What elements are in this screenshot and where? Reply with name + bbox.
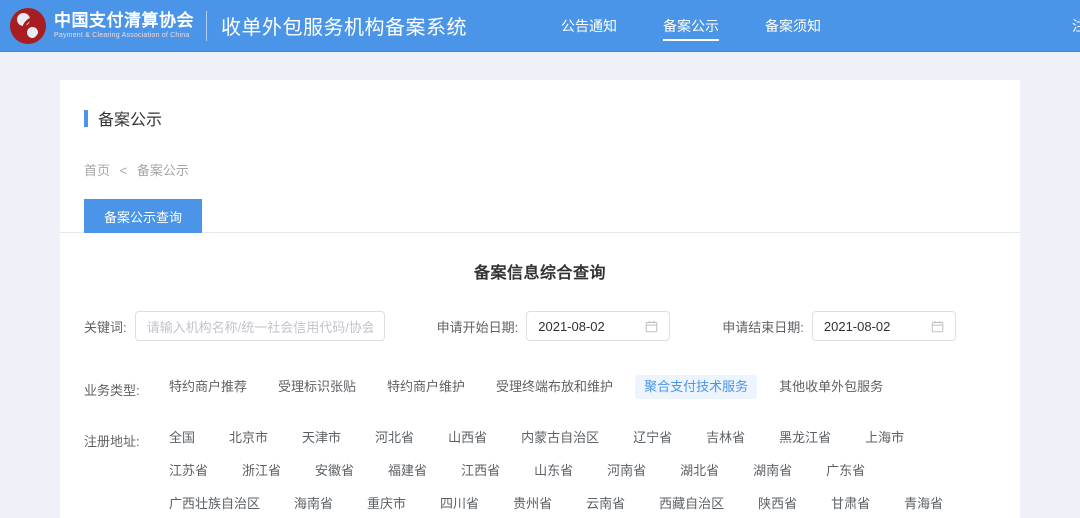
region-option-2[interactable]: 天津市 (293, 426, 350, 450)
region-option-24[interactable]: 贵州省 (504, 492, 561, 516)
region-option-1[interactable]: 北京市 (220, 426, 277, 450)
region-option-14[interactable]: 江西省 (452, 459, 509, 483)
region-option-3[interactable]: 河北省 (366, 426, 423, 450)
brand-logo[interactable]: 中国支付清算协会 Payment & Clearing Association … (10, 7, 194, 44)
breadcrumb-current: 备案公示 (136, 163, 189, 178)
association-logo-icon (10, 7, 46, 44)
nav-item-announcements[interactable]: 公告通知 (561, 0, 617, 51)
brand-name-en: Payment & Clearing Association of China (54, 32, 190, 39)
page-title-row: 备案公示 (60, 106, 1020, 130)
end-date-label: 申请结束日期: (722, 319, 804, 335)
region-option-23[interactable]: 四川省 (431, 492, 488, 516)
region-option-22[interactable]: 重庆市 (358, 492, 415, 516)
business-type-option-1[interactable]: 受理标识张贴 (269, 375, 365, 399)
region-filter: 注册地址: 全国 北京市 天津市 河北省 山西省 内蒙古自治区 辽宁省 吉林省 黑龙江省 上海市江… (84, 426, 996, 518)
region-option-17[interactable]: 湖北省 (671, 459, 728, 483)
keyword-label: 关键词: (84, 319, 127, 335)
region-option-10[interactable]: 江苏省 (160, 459, 217, 483)
form-title: 备案信息综合查询 (473, 265, 606, 282)
page-title: 备案公示 (98, 112, 163, 129)
nav-item-filing-publicity[interactable]: 备案公示 (663, 0, 719, 51)
calendar-icon (645, 320, 658, 332)
keyword-placeholder: 请输入机构名称/统一社会信用代码/协会... (146, 319, 373, 335)
start-date-label: 申请开始日期: (436, 319, 519, 335)
region-option-25[interactable]: 云南省 (577, 492, 634, 516)
system-title: 收单外包服务机构备案系统 (221, 17, 467, 39)
region-option-29[interactable]: 青海省 (895, 492, 952, 516)
region-option-13[interactable]: 福建省 (379, 459, 436, 483)
region-options: 全国 北京市 天津市 河北省 山西省 内蒙古自治区 辽宁省 吉林省 黑龙江省 上海市江苏省 浙江省安… (160, 426, 996, 518)
region-option-7[interactable]: 吉林省 (697, 426, 754, 450)
region-option-26[interactable]: 西藏自治区 (650, 492, 733, 516)
region-option-11[interactable]: 浙江省 (233, 459, 290, 483)
region-option-19[interactable]: 广东省 (817, 459, 874, 483)
end-date-value: 2021-08-02 (823, 318, 891, 334)
region-option-12[interactable]: 安徽省 (306, 459, 363, 483)
region-option-5[interactable]: 内蒙古自治区 (512, 426, 608, 450)
region-option-9[interactable]: 上海市 (856, 426, 913, 450)
region-option-28[interactable]: 甘肃省 (822, 492, 879, 516)
region-option-6[interactable]: 辽宁省 (624, 426, 681, 450)
keyword-input[interactable]: 请输入机构名称/统一社会信用代码/协会... (134, 311, 385, 341)
header-divider (206, 10, 207, 41)
query-fields-row: 关键词: 请输入机构名称/统一社会信用代码/协会... 申请开始日期: 2021… (84, 311, 996, 341)
content-card: 备案公示 首页 < 备案公示 备案公示查询 备案信息综合查询 关键词: 请输入机… (60, 80, 1020, 518)
start-date-input[interactable]: 2021-08-02 (526, 311, 671, 341)
region-option-0[interactable]: 全国 (160, 426, 204, 450)
business-type-option-2[interactable]: 特约商户维护 (378, 375, 474, 399)
brand-name-cn: 中国支付清算协会 (54, 11, 194, 30)
region-option-15[interactable]: 山东省 (525, 459, 582, 483)
business-type-filter: 业务类型: 特约商户推荐 受理标识张贴 特约商户维护 受理终端布放和维护 聚合支付技术服… (84, 375, 996, 408)
end-date-input[interactable]: 2021-08-02 (811, 311, 956, 341)
region-option-4[interactable]: 山西省 (439, 426, 496, 450)
region-label: 注册地址: (84, 434, 140, 449)
calendar-icon (931, 320, 944, 332)
breadcrumb: 首页 < 备案公示 (60, 160, 1020, 179)
business-type-option-4[interactable]: 聚合支付技术服务 (635, 375, 758, 399)
title-accent-bar (84, 109, 88, 127)
business-type-option-5[interactable]: 其他收单外包服务 (770, 375, 892, 399)
breadcrumb-separator: < (119, 163, 128, 178)
start-date-value: 2021-08-02 (538, 318, 605, 334)
main-nav: 公告通知 备案公示 备案须知 (561, 0, 867, 51)
region-option-27[interactable]: 陕西省 (749, 492, 806, 516)
region-option-8[interactable]: 黑龙江省 (770, 426, 840, 450)
page-container: 备案公示 首页 < 备案公示 备案公示查询 备案信息综合查询 关键词: 请输入机… (0, 52, 1080, 518)
business-type-option-3[interactable]: 受理终端布放和维护 (487, 375, 622, 399)
business-type-label: 业务类型: (84, 383, 140, 398)
tab-bar: 备案公示查询 (60, 199, 1020, 233)
breadcrumb-home[interactable]: 首页 (84, 163, 110, 178)
site-header: 中国支付清算协会 Payment & Clearing Association … (0, 0, 1080, 52)
region-option-18[interactable]: 湖南省 (744, 459, 801, 483)
nav-register-link[interactable]: 注 (1072, 0, 1080, 51)
business-type-option-0[interactable]: 特约商户推荐 (160, 375, 256, 399)
tab-filing-publicity-query[interactable]: 备案公示查询 (84, 199, 203, 233)
business-type-options: 特约商户推荐 受理标识张贴 特约商户维护 受理终端布放和维护 聚合支付技术服务 其他收单外… (160, 375, 996, 408)
region-option-21[interactable]: 海南省 (285, 492, 342, 516)
query-form: 备案信息综合查询 关键词: 请输入机构名称/统一社会信用代码/协会... 申请开… (60, 233, 1020, 518)
region-option-16[interactable]: 河南省 (598, 459, 655, 483)
nav-item-filing-notice[interactable]: 备案须知 (765, 0, 821, 51)
region-option-20[interactable]: 广西壮族自治区 (160, 492, 269, 516)
